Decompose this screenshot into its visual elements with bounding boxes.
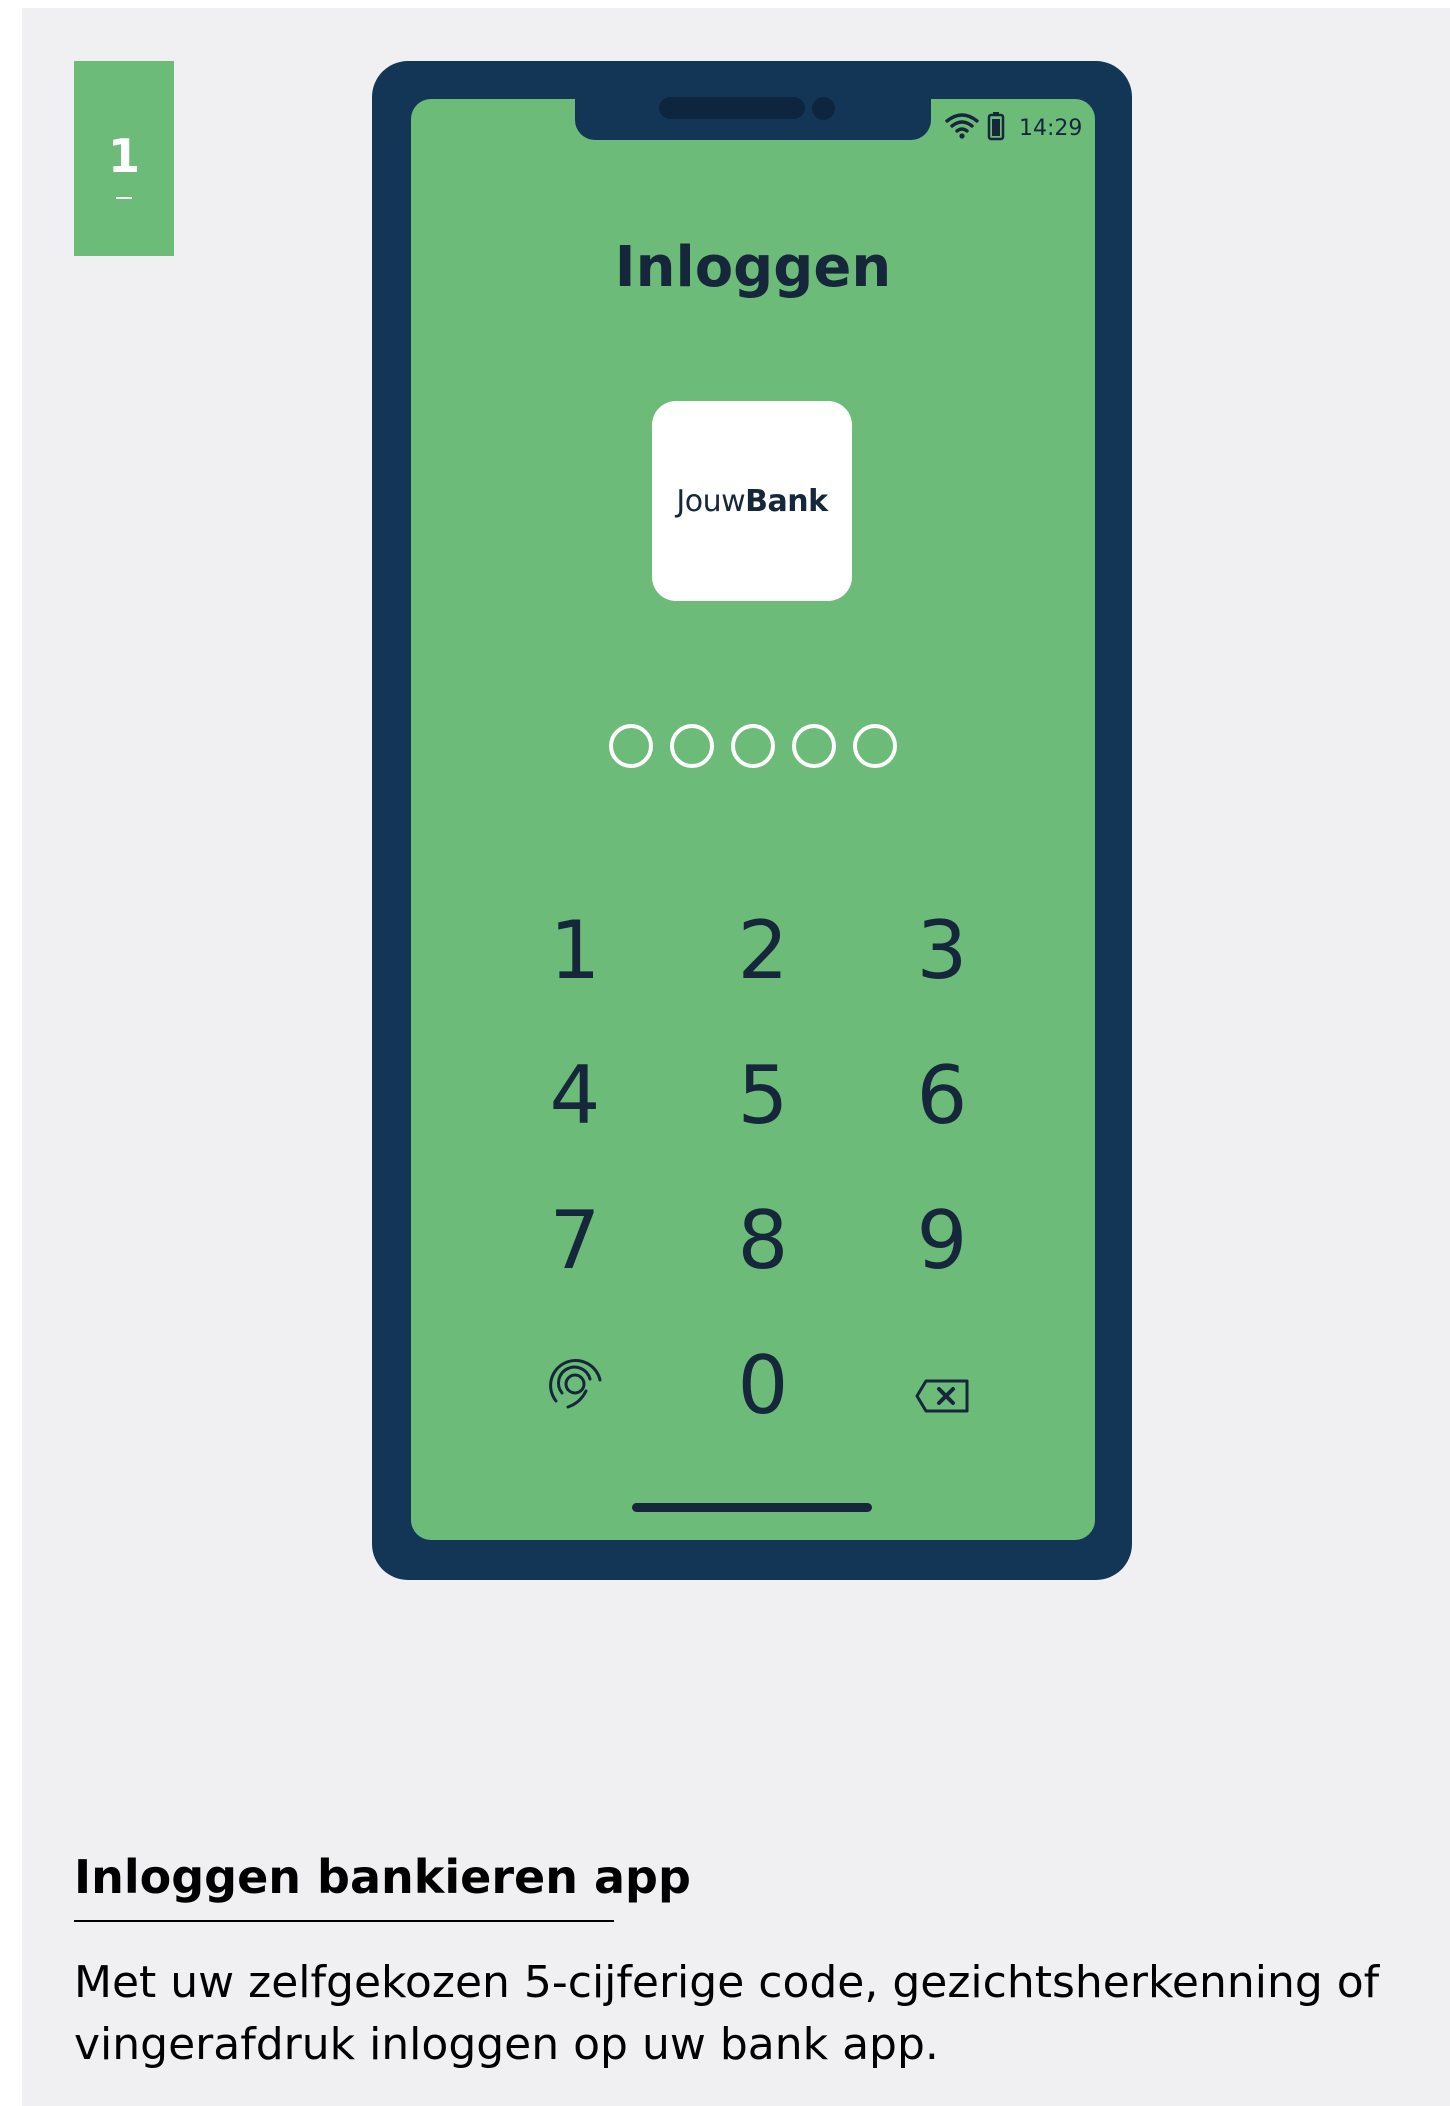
key-0[interactable]: 0 — [703, 1330, 823, 1440]
pin-dot — [853, 724, 897, 768]
key-1[interactable]: 1 — [515, 895, 635, 1005]
pin-dot — [670, 724, 714, 768]
key-3[interactable]: 3 — [882, 895, 1002, 1005]
pin-dot — [609, 724, 653, 768]
key-7[interactable]: 7 — [515, 1185, 635, 1295]
key-2[interactable]: 2 — [703, 895, 823, 1005]
pin-indicator — [609, 724, 897, 768]
bank-logo-text: JouwBank — [676, 483, 828, 519]
backspace-button[interactable] — [882, 1330, 1002, 1440]
fingerprint-icon — [546, 1339, 604, 1432]
key-4[interactable]: 4 — [515, 1040, 635, 1150]
key-5[interactable]: 5 — [703, 1040, 823, 1150]
pin-dot — [792, 724, 836, 768]
home-indicator[interactable] — [632, 1503, 872, 1512]
step-number: 1 — [107, 129, 140, 183]
battery-icon — [987, 111, 1005, 145]
status-time: 14:29 — [1019, 115, 1083, 141]
backspace-icon — [914, 1339, 970, 1432]
bank-logo-part2: Bank — [745, 483, 828, 519]
status-bar: 14:29 — [945, 110, 1085, 146]
key-6[interactable]: 6 — [882, 1040, 1002, 1150]
caption-body: Met uw zelfgekozen 5-cijferige code, gez… — [74, 1957, 1380, 2070]
phone-speaker — [659, 97, 805, 119]
step-badge: 1 — [74, 61, 174, 256]
wifi-icon — [945, 112, 979, 144]
key-8[interactable]: 8 — [703, 1185, 823, 1295]
bank-logo: JouwBank — [652, 401, 852, 601]
bank-logo-part1: Jouw — [676, 483, 746, 519]
phone-camera — [812, 97, 835, 120]
fingerprint-button[interactable] — [515, 1330, 635, 1440]
caption-title: Inloggen bankieren app — [74, 1850, 691, 1904]
phone-screen — [411, 99, 1095, 1540]
screen-title: Inloggen — [614, 235, 892, 300]
step-underline — [116, 197, 132, 199]
caption-divider — [74, 1920, 614, 1922]
key-9[interactable]: 9 — [882, 1185, 1002, 1295]
pin-dot — [731, 724, 775, 768]
